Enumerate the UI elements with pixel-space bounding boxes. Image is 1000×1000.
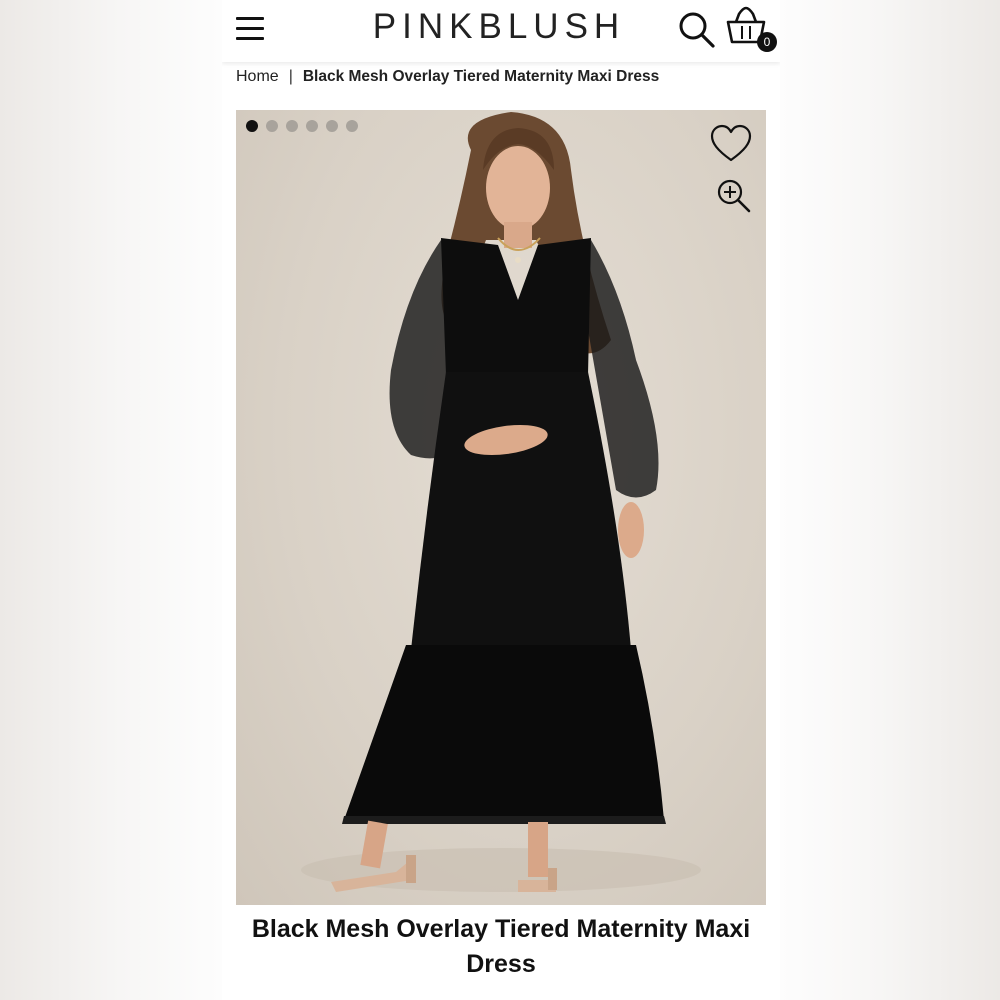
hamburger-menu-icon: [236, 17, 264, 20]
gallery-dot-3[interactable]: [286, 120, 298, 132]
cart-button[interactable]: 0: [724, 6, 777, 54]
gallery-dot-6[interactable]: [346, 120, 358, 132]
gallery-dot-2[interactable]: [266, 120, 278, 132]
gallery-dot-4[interactable]: [306, 120, 318, 132]
heart-icon: [710, 124, 752, 162]
menu-button[interactable]: [234, 14, 266, 44]
gallery-dot-5[interactable]: [326, 120, 338, 132]
add-to-wishlist-button[interactable]: [710, 124, 752, 164]
hamburger-menu-line: [236, 27, 264, 30]
search-icon: [679, 12, 715, 48]
zoom-button[interactable]: [716, 178, 752, 214]
site-header: PINKBLUSH 0: [222, 0, 780, 62]
breadcrumb-home-link[interactable]: Home: [236, 68, 279, 85]
gallery-dot-1[interactable]: [246, 120, 258, 132]
breadcrumb-separator: |: [288, 68, 293, 85]
site-logo[interactable]: PINKBLUSH: [354, 4, 644, 50]
breadcrumb-current: Black Mesh Overlay Tiered Maternity Maxi…: [302, 68, 660, 85]
cart-count-badge: 0: [757, 32, 777, 52]
hamburger-menu-line: [236, 37, 264, 40]
breadcrumb: Home | Black Mesh Overlay Tiered Maternity…: [236, 66, 659, 88]
product-image-gallery[interactable]: [236, 110, 766, 905]
mobile-page: PINKBLUSH 0 Home | Black Mesh Overlay Tier…: [222, 0, 780, 1000]
search-button[interactable]: [677, 8, 717, 50]
product-photo: [301, 112, 701, 892]
product-title: Black Mesh Overlay Tiered Maternity Maxi…: [251, 915, 751, 978]
zoom-in-icon: [717, 179, 751, 213]
